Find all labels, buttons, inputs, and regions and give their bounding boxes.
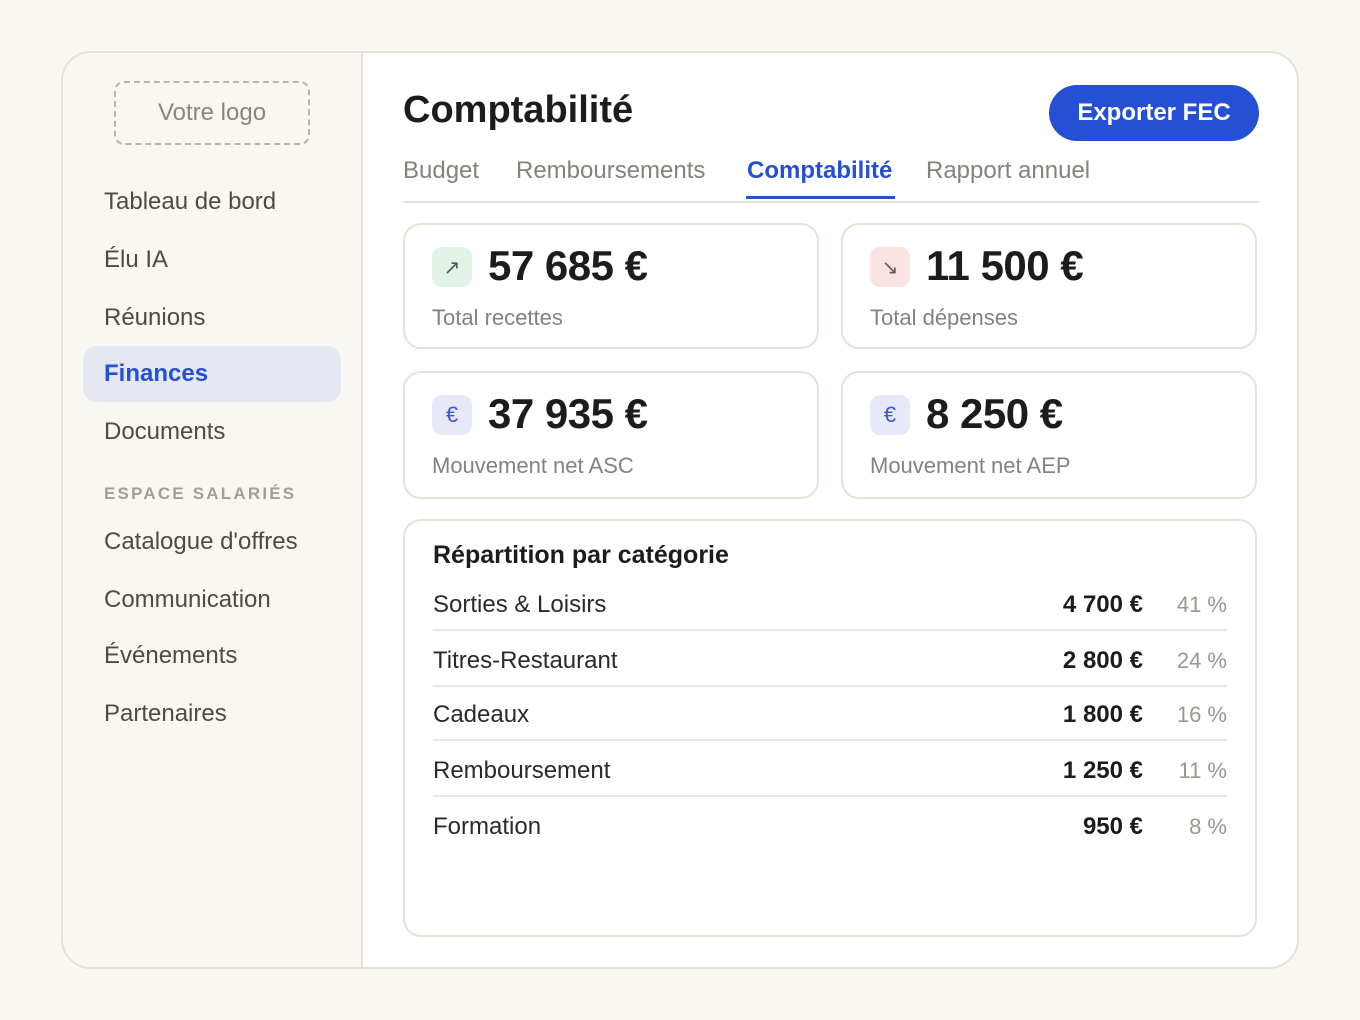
page-title: Comptabilité xyxy=(403,89,634,131)
sidebar-item-documents[interactable]: Documents xyxy=(83,404,341,460)
stat-card-recettes: ↗ 57 685 € Total recettes xyxy=(403,223,819,349)
stat-value: 11 500 € xyxy=(926,242,1084,289)
category-percent: 41 % xyxy=(1176,592,1227,617)
active-tab-indicator xyxy=(746,196,895,199)
euro-icon: € xyxy=(870,395,910,435)
euro-icon: € xyxy=(432,395,472,435)
category-label: Formation xyxy=(433,813,542,840)
tab-remboursements[interactable]: Remboursements xyxy=(516,157,705,185)
category-percent: 24 % xyxy=(1176,648,1227,673)
table-row: Sorties & Loisirs 4 700 € 41 % xyxy=(433,575,1227,631)
stat-card-net-aep: € 8 250 € Mouvement net AEP xyxy=(841,371,1257,499)
sidebar-item-finances[interactable]: Finances xyxy=(83,346,341,402)
category-breakdown-card: Répartition par catégorie Sorties & Lois… xyxy=(403,519,1257,937)
table-row: Formation 950 € 8 % xyxy=(433,797,1227,853)
table-row: Remboursement 1 250 € 11 % xyxy=(433,741,1227,797)
stat-value: 8 250 € xyxy=(926,390,1063,437)
category-label: Remboursement xyxy=(433,757,611,784)
stat-value: 57 685 € xyxy=(488,242,648,289)
sidebar-item-elu-ia[interactable]: Élu IA xyxy=(83,232,341,288)
tab-budget[interactable]: Budget xyxy=(403,157,479,185)
trend-down-icon: ↘ xyxy=(870,247,910,287)
sidebar-item-reunions[interactable]: Réunions xyxy=(83,290,341,346)
stat-card-depenses: ↘ 11 500 € Total dépenses xyxy=(841,223,1257,349)
sidebar-item-partenaires[interactable]: Partenaires xyxy=(83,686,341,742)
main-content: Comptabilité Exporter FEC Budget Rembour… xyxy=(363,53,1297,967)
table-row: Cadeaux 1 800 € 16 % xyxy=(433,685,1227,741)
export-fec-button[interactable]: Exporter FEC xyxy=(1049,85,1259,141)
category-amount: 2 800 € xyxy=(1062,647,1143,674)
logo-placeholder[interactable]: Votre logo xyxy=(114,81,310,145)
category-amount: 4 700 € xyxy=(1062,591,1143,618)
stat-value: 37 935 € xyxy=(488,390,648,437)
sidebar-item-tableau-de-bord[interactable]: Tableau de bord xyxy=(83,174,341,230)
sidebar: Votre logo Tableau de bord Élu IA Réunio… xyxy=(63,53,363,967)
stat-label: Mouvement net ASC xyxy=(432,453,634,478)
stat-label: Total dépenses xyxy=(870,305,1018,330)
sidebar-item-catalogue[interactable]: Catalogue d'offres xyxy=(83,514,341,570)
category-percent: 8 % xyxy=(1189,814,1227,839)
category-label: Sorties & Loisirs xyxy=(433,591,607,618)
tab-comptabilite[interactable]: Comptabilité xyxy=(747,157,892,185)
stat-label: Mouvement net AEP xyxy=(870,453,1071,478)
tab-bar: Budget Remboursements Comptabilité Rappo… xyxy=(403,153,1259,203)
category-label: Titres-Restaurant xyxy=(433,647,618,674)
category-amount: 1 250 € xyxy=(1062,757,1143,784)
sidebar-item-evenements[interactable]: Événements xyxy=(83,628,341,684)
trend-up-icon: ↗ xyxy=(432,247,472,287)
table-row: Titres-Restaurant 2 800 € 24 % xyxy=(433,631,1227,687)
breakdown-title: Répartition par catégorie xyxy=(433,541,729,569)
category-percent: 16 % xyxy=(1176,702,1227,727)
category-label: Cadeaux xyxy=(433,701,530,728)
category-amount: 1 800 € xyxy=(1062,701,1143,728)
category-amount: 950 € xyxy=(1082,813,1143,840)
stat-card-net-asc: € 37 935 € Mouvement net ASC xyxy=(403,371,819,499)
sidebar-section-label: ESPACE SALARIÉS xyxy=(104,484,297,503)
category-percent: 11 % xyxy=(1178,758,1227,783)
stat-label: Total recettes xyxy=(432,305,563,330)
sidebar-item-communication[interactable]: Communication xyxy=(83,572,341,628)
tab-rapport-annuel[interactable]: Rapport annuel xyxy=(926,157,1090,185)
app-window: Votre logo Tableau de bord Élu IA Réunio… xyxy=(61,51,1299,969)
